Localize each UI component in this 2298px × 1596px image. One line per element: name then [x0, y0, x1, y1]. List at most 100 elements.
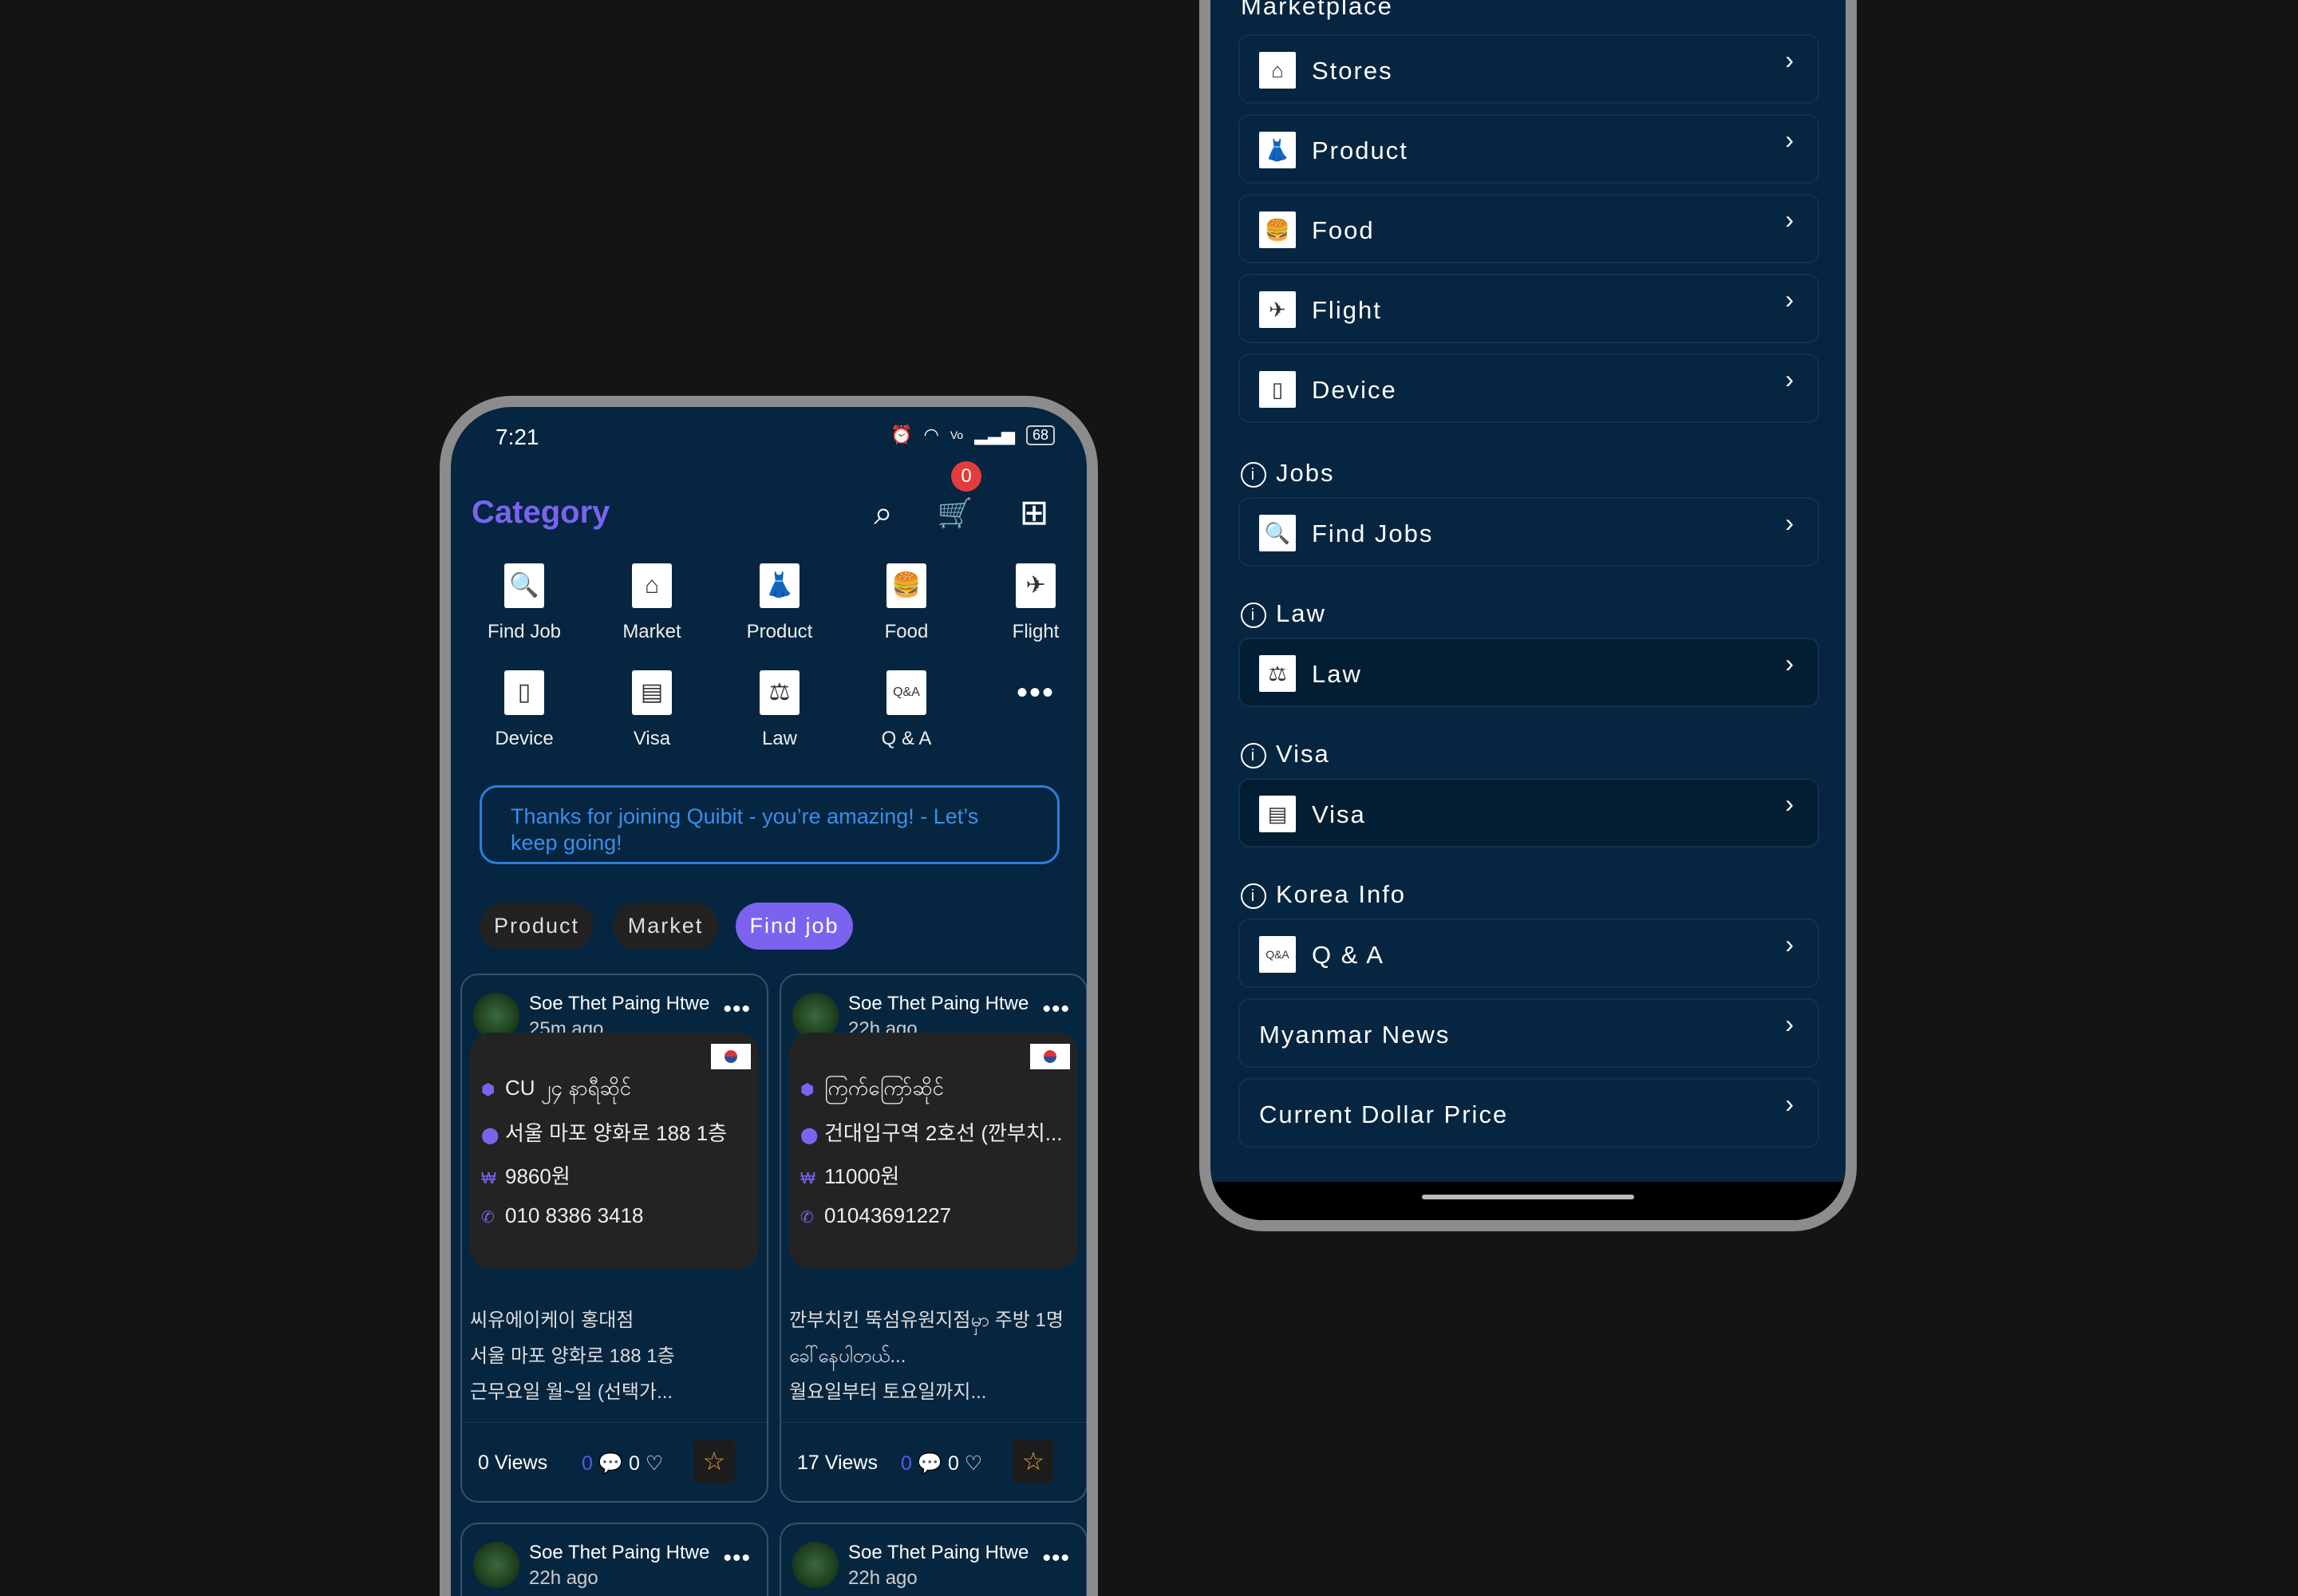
section-jobs: i Jobs — [1241, 459, 1334, 488]
more-options-icon[interactable]: ••• — [1042, 1545, 1070, 1572]
food-icon: 🍔 — [1259, 211, 1296, 248]
engagement: 0 💬 0 ♡ — [582, 1452, 663, 1476]
q-a-icon: Q&A — [1259, 936, 1296, 973]
menu-item-stores[interactable]: ⌂ Stores › — [1238, 34, 1819, 104]
comment-icon[interactable]: 💬 — [912, 1452, 948, 1475]
category-market[interactable]: ⌂ Market — [596, 563, 708, 643]
search-icon[interactable]: ⌕ — [863, 493, 903, 533]
job-card[interactable]: Soe Thet Paing Htwe 25m ago ••• ⬢ CU ၂၄ နာရီ… — [460, 974, 768, 1503]
job-info-box: ⬢ ကြက်ကြော်ဆိုင် ⬤ 건대입구역 2호선 (깐부치... ₩11000원… — [789, 1033, 1078, 1269]
menu-item-law[interactable]: ⚖ Law › — [1238, 638, 1819, 707]
job-wage: ₩9860원 — [481, 1164, 571, 1188]
signal-icon: ▂▃▅ — [974, 425, 1015, 444]
category-label: Market — [622, 621, 681, 642]
category-label: Find Job — [487, 621, 562, 642]
job-card[interactable]: Soe Thet Paing Htwe 22h ago ••• — [780, 1523, 1087, 1596]
menu-item-q-a[interactable]: Q&A Q & A › — [1238, 918, 1819, 988]
food-icon: 🍔 — [886, 563, 926, 608]
menu-item-current-dollar-price[interactable]: Current Dollar Price › — [1238, 1078, 1819, 1148]
category-visa[interactable]: ▤ Visa — [596, 670, 708, 750]
menu-item-label: Find Jobs — [1312, 519, 1434, 547]
section-visa: i Visa — [1241, 740, 1330, 768]
filter-chip-product[interactable]: Product — [480, 903, 594, 950]
like-count: 0 — [947, 1452, 959, 1475]
filter-chip-market[interactable]: Market — [613, 903, 718, 950]
author-name[interactable]: Soe Thet Paing Htwe — [529, 993, 709, 1015]
market-icon: ⌂ — [632, 563, 672, 608]
job-info-box: ⬢ CU ၂၄ နာရီဆိုင် ⬤ 서울 마포 양화로 188 1층 ₩9860원 ✆… — [470, 1033, 759, 1269]
favorite-star-icon[interactable]: ☆ — [1013, 1439, 1054, 1483]
menu-item-label: Product — [1312, 136, 1408, 164]
chevron-right-icon: › — [1785, 205, 1794, 234]
job-phone: ✆ 010 8386 3418 — [481, 1203, 644, 1227]
menu-item-visa[interactable]: ▤ Visa › — [1238, 778, 1819, 847]
category-q-a[interactable]: Q&A Q & A — [851, 670, 962, 750]
menu-item-flight[interactable]: ✈ Flight › — [1238, 274, 1819, 343]
menu-item-product[interactable]: 👗 Product › — [1238, 114, 1819, 184]
author-name[interactable]: Soe Thet Paing Htwe — [848, 1542, 1029, 1564]
page-title: Category — [472, 495, 610, 530]
job-card[interactable]: Soe Thet Paing Htwe 22h ago ••• ⬢ ကြက်ကြော်ဆ… — [780, 974, 1087, 1503]
flight-icon: ✈ — [1016, 563, 1056, 608]
wifi-icon: ◠ — [923, 425, 939, 444]
category-label: Food — [884, 621, 929, 642]
menu-item-find-jobs[interactable]: 🔍 Find Jobs › — [1238, 497, 1819, 567]
home-indicator[interactable] — [1422, 1195, 1634, 1199]
avatar[interactable] — [792, 1542, 839, 1588]
heart-icon[interactable]: ♡ — [959, 1452, 982, 1475]
info-icon: i — [1241, 743, 1266, 768]
cart-icon[interactable]: 🛒 — [935, 493, 975, 533]
visa-icon: ▤ — [1259, 796, 1296, 832]
category-product[interactable]: 👗 Product — [724, 563, 835, 643]
view-count: 17 Views — [797, 1452, 878, 1474]
category-device[interactable]: ▯ Device — [468, 670, 580, 750]
chevron-right-icon: › — [1785, 125, 1794, 154]
comment-icon[interactable]: 💬 — [593, 1452, 629, 1475]
korea-flag-icon — [1030, 1044, 1070, 1069]
status-time: 7:21 — [496, 425, 539, 449]
more-options-icon[interactable]: ••• — [723, 1545, 751, 1572]
favorite-star-icon[interactable]: ☆ — [693, 1439, 735, 1483]
avatar[interactable] — [473, 1542, 519, 1588]
grid-icon[interactable]: ⊞ — [1014, 493, 1054, 533]
category-flight[interactable]: ✈ Flight — [980, 563, 1087, 643]
comment-count: 0 — [901, 1452, 912, 1475]
job-address: ⬤ 서울 마포 양화로 188 1층 — [481, 1121, 728, 1145]
section-marketplace: Marketplace — [1241, 0, 1393, 20]
job-title: ⬢ CU ၂၄ နာရီဆိုင် — [481, 1076, 632, 1100]
job-description: 깐부치킨 뚝섬유원지점မှာ 주방 1명 ခေါ်နေပါတယ်... 월요일부터 … — [789, 1310, 1064, 1403]
battery-icon: 68 — [1025, 425, 1055, 445]
welcome-banner: Thanks for joining Quibit - you’re amazi… — [480, 785, 1060, 864]
device-icon: ▯ — [1259, 371, 1296, 408]
status-icons: ⏰ ◠ Vo ▂▃▅ 68 — [890, 425, 1055, 445]
more-categories-button[interactable]: ••• — [980, 670, 1087, 715]
more-options-icon[interactable]: ••• — [1042, 996, 1070, 1023]
won-icon: ₩ — [481, 1170, 496, 1187]
menu-item-label: Stores — [1312, 57, 1393, 85]
law-icon: ⚖ — [760, 670, 800, 715]
author-name[interactable]: Soe Thet Paing Htwe — [848, 993, 1029, 1015]
category-food[interactable]: 🍔 Food — [851, 563, 962, 643]
product-icon: 👗 — [760, 563, 800, 608]
job-phone: ✆ 01043691227 — [800, 1203, 952, 1227]
heart-icon[interactable]: ♡ — [640, 1452, 663, 1475]
category-law[interactable]: ⚖ Law — [724, 670, 835, 750]
filter-chip-find-job[interactable]: Find job — [736, 903, 853, 950]
menu-item-label: Current Dollar Price — [1259, 1100, 1509, 1128]
job-card[interactable]: Soe Thet Paing Htwe 22h ago ••• — [460, 1523, 768, 1596]
category-find-job[interactable]: 🔍 Find Job — [468, 563, 580, 643]
flight-icon: ✈ — [1259, 291, 1296, 328]
menu-item-myanmar-news[interactable]: Myanmar News › — [1238, 998, 1819, 1068]
chevron-right-icon: › — [1785, 285, 1794, 314]
info-icon: i — [1241, 462, 1266, 488]
like-count: 0 — [628, 1452, 640, 1475]
author-name[interactable]: Soe Thet Paing Htwe — [529, 1542, 709, 1564]
law-icon: ⚖ — [1259, 655, 1296, 692]
product-icon: 👗 — [1259, 132, 1296, 168]
job-title: ⬢ ကြက်ကြော်ဆိုင် — [800, 1076, 944, 1100]
menu-item-food[interactable]: 🍔 Food › — [1238, 194, 1819, 263]
job-wage: ₩11000원 — [800, 1164, 900, 1188]
engagement: 0 💬 0 ♡ — [901, 1452, 982, 1476]
more-options-icon[interactable]: ••• — [723, 996, 751, 1023]
menu-item-device[interactable]: ▯ Device › — [1238, 354, 1819, 423]
